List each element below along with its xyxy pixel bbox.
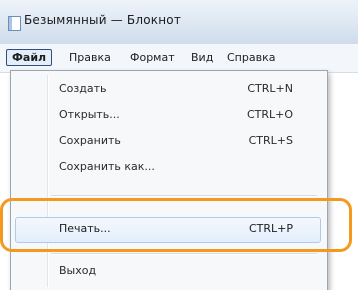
menu-item-save[interactable]: Сохранить CTRL+S [11, 131, 327, 153]
notepad-app-icon [8, 16, 21, 31]
menu-item-shortcut: CTRL+N [247, 82, 293, 95]
menu-item-label: Сохранить как... [59, 160, 155, 173]
menu-file[interactable]: Файл [6, 49, 53, 66]
menu-item-shortcut: CTRL+P [248, 222, 293, 235]
notepad-window: Безымянный — Блокнот Файл Правка Формат … [0, 0, 358, 296]
menu-item-exit[interactable]: Выход [11, 261, 327, 283]
menu-view[interactable]: Вид [186, 49, 218, 66]
menu-separator [51, 195, 317, 197]
menu-help[interactable]: Справка [222, 49, 280, 66]
file-menu-dropdown: Создать CTRL+N Открыть... CTRL+O Сохрани… [10, 70, 328, 292]
title-bar: Безымянный — Блокнот [0, 0, 358, 45]
menu-item-label: Сохранить [59, 134, 121, 147]
menu-item-print[interactable]: Печать... CTRL+P [11, 217, 327, 243]
menu-separator [51, 253, 317, 255]
menu-item-save-as[interactable]: Сохранить как... [11, 157, 327, 179]
menu-item-label: Создать [59, 82, 107, 95]
menu-item-new[interactable]: Создать CTRL+N [11, 79, 327, 101]
menu-item-shortcut: CTRL+S [248, 134, 293, 147]
menu-item-label: Печать... [59, 222, 111, 235]
menu-item-open[interactable]: Открыть... CTRL+O [11, 105, 327, 127]
bottom-edge [0, 290, 358, 296]
menu-edit[interactable]: Правка [64, 49, 116, 66]
menu-format[interactable]: Формат [125, 49, 180, 66]
menu-item-label: Открыть... [59, 108, 120, 121]
window-title: Безымянный — Блокнот [24, 13, 182, 27]
menu-bar: Файл Правка Формат Вид Справка [0, 44, 358, 73]
menu-item-label: Выход [59, 264, 97, 277]
menu-item-shortcut: CTRL+O [246, 108, 293, 121]
